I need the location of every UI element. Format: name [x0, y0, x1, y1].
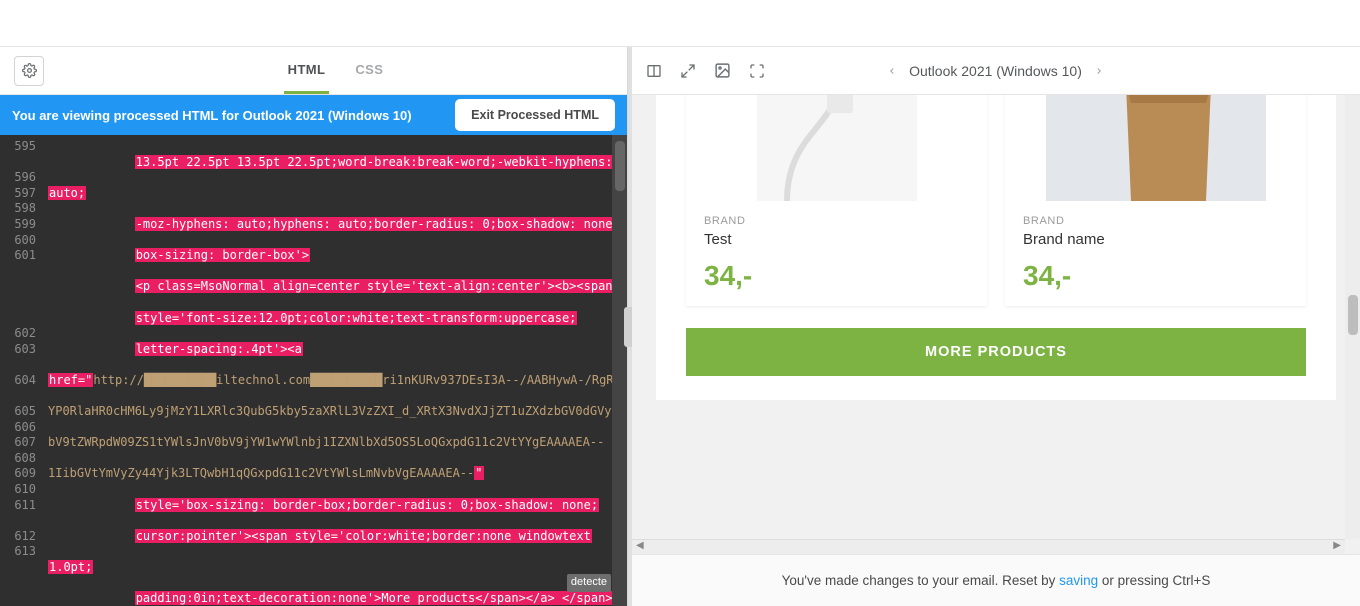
expand-icon[interactable] — [680, 62, 696, 79]
product-price: 34,- — [1023, 260, 1288, 292]
code-gutter: 595 596 597 598 599 600 601 602 603 60 — [0, 135, 44, 606]
right-pane: Outlook 2021 (Windows 10) BRAND Test — [632, 47, 1360, 606]
product-image — [686, 95, 987, 201]
product-brand: BRAND — [1023, 215, 1288, 227]
split-view-icon[interactable] — [646, 62, 662, 79]
fullscreen-icon[interactable] — [749, 62, 765, 79]
product-name: Brand name — [1023, 231, 1288, 248]
tab-html[interactable]: HTML — [284, 48, 330, 94]
exit-processed-html-button[interactable]: Exit Processed HTML — [455, 99, 615, 131]
code-tooltip: detecte — [567, 574, 611, 592]
product-price: 34,- — [704, 260, 969, 292]
product-card: BRAND Test 34,- — [686, 95, 987, 306]
preview-horizontal-scrollbar[interactable] — [632, 539, 1345, 554]
product-name: Test — [704, 231, 969, 248]
email-canvas: BRAND Test 34,- BRAND Brand name 34,- — [656, 95, 1336, 400]
image-icon[interactable] — [714, 62, 731, 79]
right-header: Outlook 2021 (Windows 10) — [632, 47, 1360, 95]
code-vertical-scrollbar[interactable] — [612, 135, 627, 606]
preview-vertical-scrollbar[interactable] — [1345, 95, 1360, 539]
code-editor[interactable]: 595 596 597 598 599 600 601 602 603 60 — [0, 135, 627, 606]
processed-html-banner: You are viewing processed HTML for Outlo… — [0, 95, 627, 135]
banner-message: You are viewing processed HTML for Outlo… — [12, 108, 455, 123]
device-label: Outlook 2021 (Windows 10) — [909, 63, 1082, 79]
gear-icon — [22, 63, 37, 78]
left-header: HTML CSS — [0, 47, 627, 95]
left-pane: HTML CSS You are viewing processed HTML … — [0, 47, 628, 606]
settings-button[interactable] — [14, 56, 44, 86]
prev-device-button[interactable] — [887, 64, 897, 78]
window-top-spacer — [0, 0, 1360, 46]
tab-css[interactable]: CSS — [351, 48, 387, 94]
email-preview[interactable]: BRAND Test 34,- BRAND Brand name 34,- — [632, 95, 1360, 554]
next-device-button[interactable] — [1094, 64, 1104, 78]
unsaved-changes-message: You've made changes to your email. Reset… — [632, 554, 1360, 606]
product-card: BRAND Brand name 34,- — [1005, 95, 1306, 306]
product-brand: BRAND — [704, 215, 969, 227]
product-image — [1005, 95, 1306, 201]
save-link[interactable]: saving — [1059, 573, 1098, 588]
more-products-button[interactable]: MORE PRODUCTS — [686, 328, 1306, 376]
code-content: 13.5pt 22.5pt 13.5pt 22.5pt;word-break:b… — [44, 135, 627, 606]
